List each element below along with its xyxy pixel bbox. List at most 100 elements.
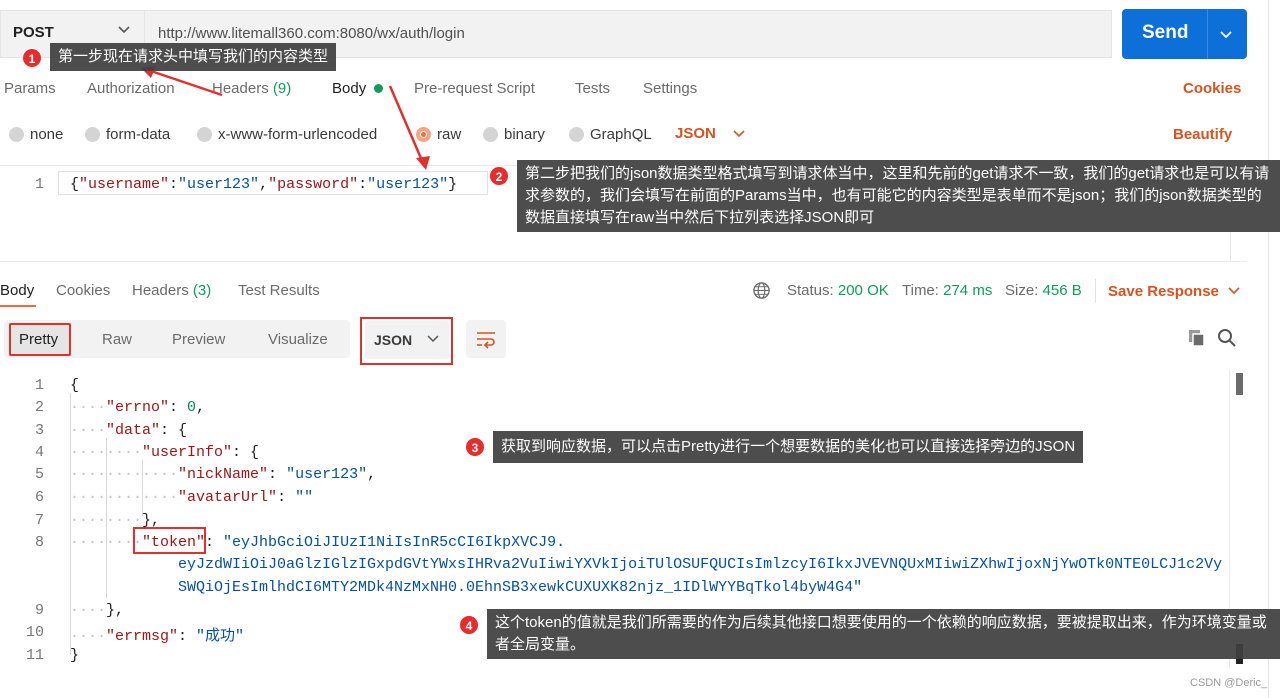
response-tab-headers[interactable]: Headers (3) (132, 282, 211, 299)
response-format-label: JSON (374, 332, 413, 348)
radio-graphql[interactable] (569, 127, 584, 142)
tab-authorization[interactable]: Authorization (87, 80, 175, 97)
line-number: 4 (34, 444, 44, 461)
json-key: "userInfo" (142, 444, 233, 461)
annotation-badge: 3 (465, 437, 485, 457)
radio-none-label: none (30, 126, 64, 143)
json-key: "errmsg" (106, 628, 179, 645)
size-label: Size: (1005, 282, 1039, 299)
method-label: POST (13, 24, 54, 41)
json-key: "password" (268, 176, 359, 193)
annotation-badge: 4 (459, 615, 479, 635)
line-number: 3 (34, 422, 44, 439)
radio-none[interactable] (9, 127, 24, 142)
line-number: 1 (34, 377, 44, 394)
tab-settings[interactable]: Settings (643, 80, 697, 97)
json-value: "user123" (178, 176, 260, 193)
response-tab-test-results[interactable]: Test Results (238, 282, 320, 299)
divider (1095, 279, 1096, 303)
save-response-button[interactable]: Save Response (1108, 283, 1219, 300)
cookies-link[interactable]: Cookies (1183, 80, 1241, 97)
line-number: 6 (34, 489, 44, 506)
beautify-link[interactable]: Beautify (1173, 126, 1232, 143)
line-number: 11 (25, 647, 44, 664)
json-value: "" (295, 489, 314, 506)
radio-form-data[interactable] (85, 127, 100, 142)
size-value: 456 B (1042, 282, 1082, 299)
response-scrollbar[interactable] (1236, 373, 1243, 395)
response-tab-body[interactable]: Body (0, 282, 34, 299)
annotation-badge: 1 (22, 48, 42, 68)
status-label: Status: (787, 282, 834, 299)
json-key: "errno" (106, 399, 170, 416)
preview-button[interactable]: Preview (172, 331, 225, 348)
json-value: "user123" (286, 466, 368, 483)
json-key: "nickName" (178, 466, 269, 483)
json-key: "username" (79, 176, 170, 193)
json-value: "成功" (196, 628, 245, 645)
json-value: "user123" (367, 176, 449, 193)
send-label: Send (1142, 22, 1189, 43)
tab-tests[interactable]: Tests (575, 80, 610, 97)
time-label: Time: (902, 282, 939, 299)
line-number: 2 (34, 399, 44, 416)
annotation-callout: 这个token的值就是我们所需要的作为后续其他接口想要使用的一个依赖的响应数据，… (487, 609, 1280, 659)
code-line: ····"data": { (70, 422, 188, 439)
chevron-down-icon[interactable] (1217, 25, 1235, 43)
code-line: ····"errno": 0, (70, 399, 206, 416)
tab-params[interactable]: Params (4, 80, 56, 97)
code-line: ····"errmsg": "成功" (70, 628, 245, 645)
time-readout: Time: 274 ms (902, 282, 992, 299)
response-tab-headers-label: Headers (132, 282, 189, 299)
code-line: } (70, 647, 80, 664)
time-value: 274 ms (943, 282, 993, 299)
json-value: "eyJhbGciOiJIUzI1NiIsInR5cCI6IkpXVCJ9. (223, 534, 566, 551)
headers-count: (9) (272, 80, 292, 97)
tab-pre-request-script[interactable]: Pre-request Script (414, 80, 535, 97)
code-line: ············"nickName": "user123", (70, 466, 377, 483)
tab-headers-label: Headers (212, 80, 269, 97)
tab-body[interactable]: Body (332, 80, 366, 97)
body-indicator-dot (374, 84, 383, 93)
pretty-label: Pretty (19, 331, 59, 348)
radio-urlencoded[interactable] (197, 127, 212, 142)
chevron-down-icon (118, 26, 130, 34)
active-tab-underline (0, 305, 36, 307)
chevron-down-icon (427, 335, 439, 343)
line-number: 8 (34, 534, 44, 551)
json-value: SWQiOjEsImlhdCI6MTY2MDk4NzMxNH0.0EhnSB3x… (178, 579, 863, 596)
annotation-callout: 获取到响应数据，可以点击Pretty进行一个想要数据的美化也可以直接选择旁边的J… (493, 431, 1084, 463)
radio-binary[interactable] (483, 127, 498, 142)
response-tab-cookies[interactable]: Cookies (56, 282, 110, 299)
status-readout: Status: 200 OK (787, 282, 889, 299)
radio-raw-label: raw (437, 126, 462, 143)
tab-headers[interactable]: Headers (9) (212, 80, 291, 97)
line-number: 1 (35, 176, 45, 193)
visualize-button[interactable]: Visualize (268, 331, 328, 348)
search-icon[interactable] (1217, 328, 1237, 348)
side-panel-border (1268, 0, 1269, 698)
chevron-down-icon[interactable] (1226, 283, 1242, 299)
watermark: CSDN @Deric_ (1190, 677, 1268, 689)
copy-icon[interactable] (1187, 328, 1207, 348)
radio-urlencoded-label: x-www-form-urlencoded (218, 126, 378, 143)
chevron-down-icon[interactable] (730, 126, 748, 142)
line-number: 9 (34, 602, 44, 619)
size-readout: Size: 456 B (1005, 282, 1082, 299)
radio-binary-label: binary (504, 126, 545, 143)
raw-view-button[interactable]: Raw (102, 331, 132, 348)
line-number: 10 (25, 624, 44, 641)
code-line: ········"userInfo": { (70, 444, 260, 461)
line-number: 7 (34, 512, 44, 529)
code-line: SWQiOjEsImlhdCI6MTY2MDk4NzMxNH0.0EhnSB3x… (178, 579, 862, 596)
url-value: http://www.litemall360.com:8080/wx/auth/… (158, 25, 465, 42)
radio-raw[interactable] (416, 127, 431, 142)
json-key: "data" (106, 422, 161, 439)
code-line: { (70, 377, 80, 394)
annotation-callout: 第二步把我们的json数据类型格式填写到请求体当中，这里和先前的get请求不一致… (517, 160, 1280, 232)
response-headers-count: (3) (192, 282, 212, 299)
json-value: 0 (187, 399, 197, 416)
raw-format-select[interactable]: JSON (675, 125, 716, 142)
token-highlight-box (133, 527, 206, 554)
globe-icon[interactable] (752, 281, 771, 300)
